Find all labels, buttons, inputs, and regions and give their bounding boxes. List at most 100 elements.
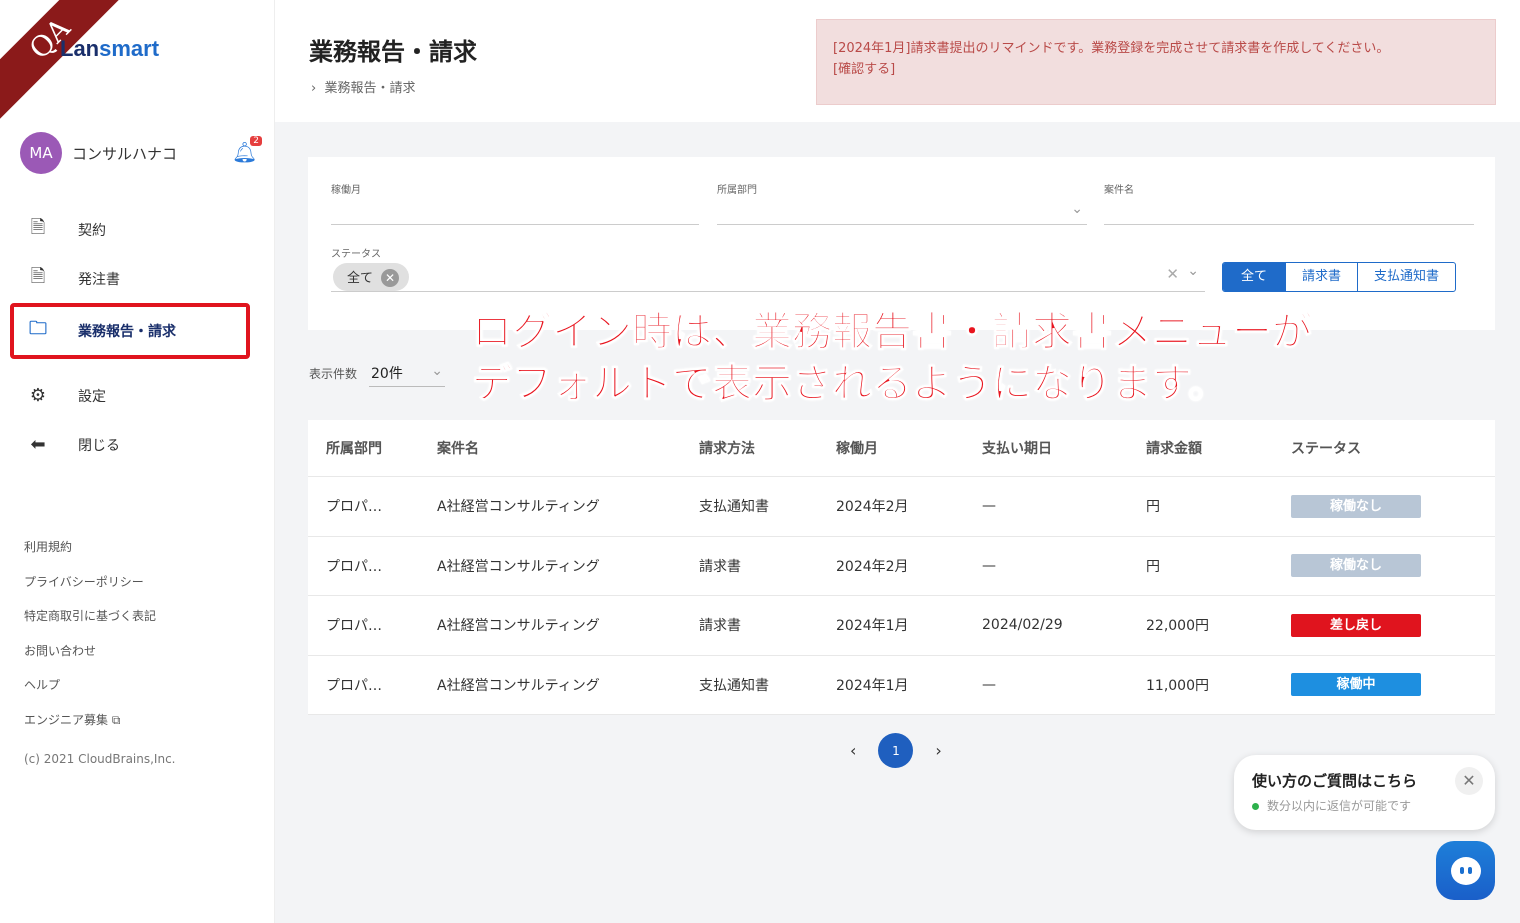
project-name-field[interactable]: 案件名 [1104,181,1474,225]
table-cell: 2024年1月 [836,618,909,635]
status-badge: 稼働なし [1291,494,1421,518]
status-cell: 稼働なし [1291,554,1495,578]
chevron-down-icon: ⌄ [1187,263,1199,279]
link-careers[interactable]: エンジニア募集 ⧉ [24,711,156,746]
copyright: (c) 2021 CloudBrains,Inc. [24,752,176,766]
table-cell: 2024/02/29 [982,617,1063,634]
status-select[interactable]: ステータス ✕ ⌄ [331,245,1205,292]
sidebar-item-close[interactable]: ⬅ 閉じる [10,420,250,469]
table-cell: 請求書 [699,558,741,575]
column-header: 稼働月 [836,441,878,457]
sidebar-item-purchase-orders[interactable]: 🗎 発注書 [10,254,250,303]
breadcrumb: › 業務報告・請求 [311,81,416,96]
doc-type-all[interactable]: 全て [1223,263,1286,291]
table-cell: — [982,498,996,515]
link-contact[interactable]: お問い合わせ [24,642,156,677]
user-name: コンサルハナコ [72,144,178,163]
table-cell: 円 [1146,558,1160,575]
doc-type-toggle: 全て 請求書 支払通知書 [1222,262,1457,292]
pagination: ‹ 1 › [850,733,942,768]
remove-chip-icon[interactable]: ✕ [381,269,400,287]
link-help[interactable]: ヘルプ [24,676,156,711]
chat-title: 使い方のご質問はこちら [1252,772,1418,790]
sidebar: QA Lansmart MA コンサルハナコ 🔔︎ 2 🗎 契約 🗎 発注書 🗀 業務報… [0,0,275,923]
notification-badge: 2 [250,136,262,146]
table-cell: — [982,557,996,574]
column-header: 案件名 [437,441,479,457]
external-link-icon: ⧉ [111,712,121,727]
doc-type-payment-notice[interactable]: 支払通知書 [1357,263,1455,291]
status-badge: 稼働中 [1291,673,1421,697]
arrow-left-circle-icon: ⬅ [30,434,46,455]
month-field[interactable]: 稼働月 [331,181,699,225]
table-cell: プロパ… [326,558,382,575]
table-cell: 請求書 [699,618,741,635]
annotation-text: ログイン時は、業務報告書・請求書メニューが デフォルトで表示されるようになります。 [472,309,1313,408]
doc-type-invoice[interactable]: 請求書 [1285,263,1357,291]
link-privacy[interactable]: プライバシーポリシー [24,573,156,608]
clear-icon[interactable]: ✕ [1166,265,1179,283]
table-cell: A社経営コンサルティング [437,558,600,575]
page-title: 業務報告・請求 [309,38,477,66]
chevron-right-icon[interactable]: › [935,741,941,760]
table-cell: 円 [1146,499,1160,516]
page-header: 業務報告・請求 › 業務報告・請求 [2024年1月]請求書提出のリマインドです… [275,0,1520,122]
logo[interactable]: Lansmart [60,36,159,62]
table-cell: 支払通知書 [699,677,769,694]
online-dot-icon [1252,803,1259,810]
qa-environment-ribbon: QA [0,0,136,125]
page-size-select[interactable]: 20件 ⌄ [369,360,446,387]
column-header: 請求方法 [699,441,755,457]
table-header: 所属部門 案件名 請求方法 稼働月 支払い期日 請求金額 ステータス [308,420,1495,477]
table-cell: 支払通知書 [699,499,769,516]
sidebar-item-contracts[interactable]: 🗎 契約 [10,205,250,254]
chat-bubble-icon [1450,856,1481,885]
status-badge: 差し戻し [1291,613,1421,637]
chevron-right-icon: › [311,81,325,96]
status-cell: 差し戻し [1291,613,1495,637]
table-cell: プロパ… [326,677,382,694]
table-cell: A社経営コンサルティング [437,677,600,694]
link-terms[interactable]: 利用規約 [24,538,156,573]
table-cell: A社経営コンサルティング [437,618,600,635]
column-header: 所属部門 [326,441,382,457]
chevron-down-icon: ⌄ [431,363,444,379]
table-row[interactable]: プロパ… A社経営コンサルティング 請求書 2024年2月 — 円 稼働なし [308,537,1495,596]
status-cell: 稼働なし [1291,494,1495,518]
footer-links: 利用規約 プライバシーポリシー 特定商取引に基づく表記 お問い合わせ ヘルプ エ… [24,538,156,745]
confirm-link[interactable]: [確認する] [833,59,1479,80]
table-row[interactable]: プロパ… A社経営コンサルティング 支払通知書 2024年2月 — 円 稼働なし [308,477,1495,537]
table-cell: A社経営コンサルティング [437,499,600,516]
table-cell: プロパ… [326,499,382,516]
bell-icon[interactable]: 🔔︎ 2 [232,136,262,166]
document-icon: 🗎 [30,265,46,287]
column-header: ステータス [1291,441,1361,457]
table-cell: 2024年2月 [836,558,909,575]
avatar[interactable]: MA [20,132,62,174]
sidebar-nav: 🗎 契約 🗎 発注書 🗀 業務報告・請求 ⚙ 設定 ⬅ 閉じる [10,205,250,469]
table-cell: 22,000円 [1146,618,1209,635]
link-commerce-law[interactable]: 特定商取引に基づく表記 [24,607,156,642]
chevron-down-icon: ⌄ [1071,201,1083,217]
table-row[interactable]: プロパ… A社経営コンサルティング 請求書 2024年1月 2024/02/29 22,0… [308,596,1495,656]
chat-button[interactable] [1436,841,1495,900]
page-button[interactable]: 1 [878,733,914,768]
table-cell: 11,000円 [1146,677,1209,694]
table-cell: プロパ… [326,618,382,635]
table-cell: 2024年2月 [836,499,909,516]
table-cell: 2024年1月 [836,677,909,694]
table-row[interactable]: プロパ… A社経営コンサルティング 支払通知書 2024年1月 — 11,000円 稼働中 [308,656,1495,715]
document-icon: 🗎 [30,216,46,238]
department-select[interactable]: 所属部門 ⌄ [717,181,1087,225]
gear-icon: ⚙ [29,385,47,406]
filter-panel: 稼働月 所属部門 ⌄ 案件名 ステータス ✕ ⌄ 全て ✕ 全て 請求書 支払通知書 [308,157,1495,330]
chat-popup[interactable]: 使い方のご質問はこちら 数分以内に返信が可能です ✕ [1234,755,1495,830]
table-cell: — [982,676,996,693]
sidebar-item-reports-billing[interactable]: 🗀 業務報告・請求 [10,303,250,359]
column-header: 支払い期日 [982,441,1052,457]
user-profile: MA コンサルハナコ 🔔︎ 2 [20,132,262,174]
chevron-left-icon[interactable]: ‹ [850,741,856,760]
close-icon[interactable]: ✕ [1455,767,1483,795]
sidebar-item-settings[interactable]: ⚙ 設定 [10,371,250,420]
billing-table: 所属部門 案件名 請求方法 稼働月 支払い期日 請求金額 ステータス プロパ… A社経営コンサ… [308,420,1495,715]
